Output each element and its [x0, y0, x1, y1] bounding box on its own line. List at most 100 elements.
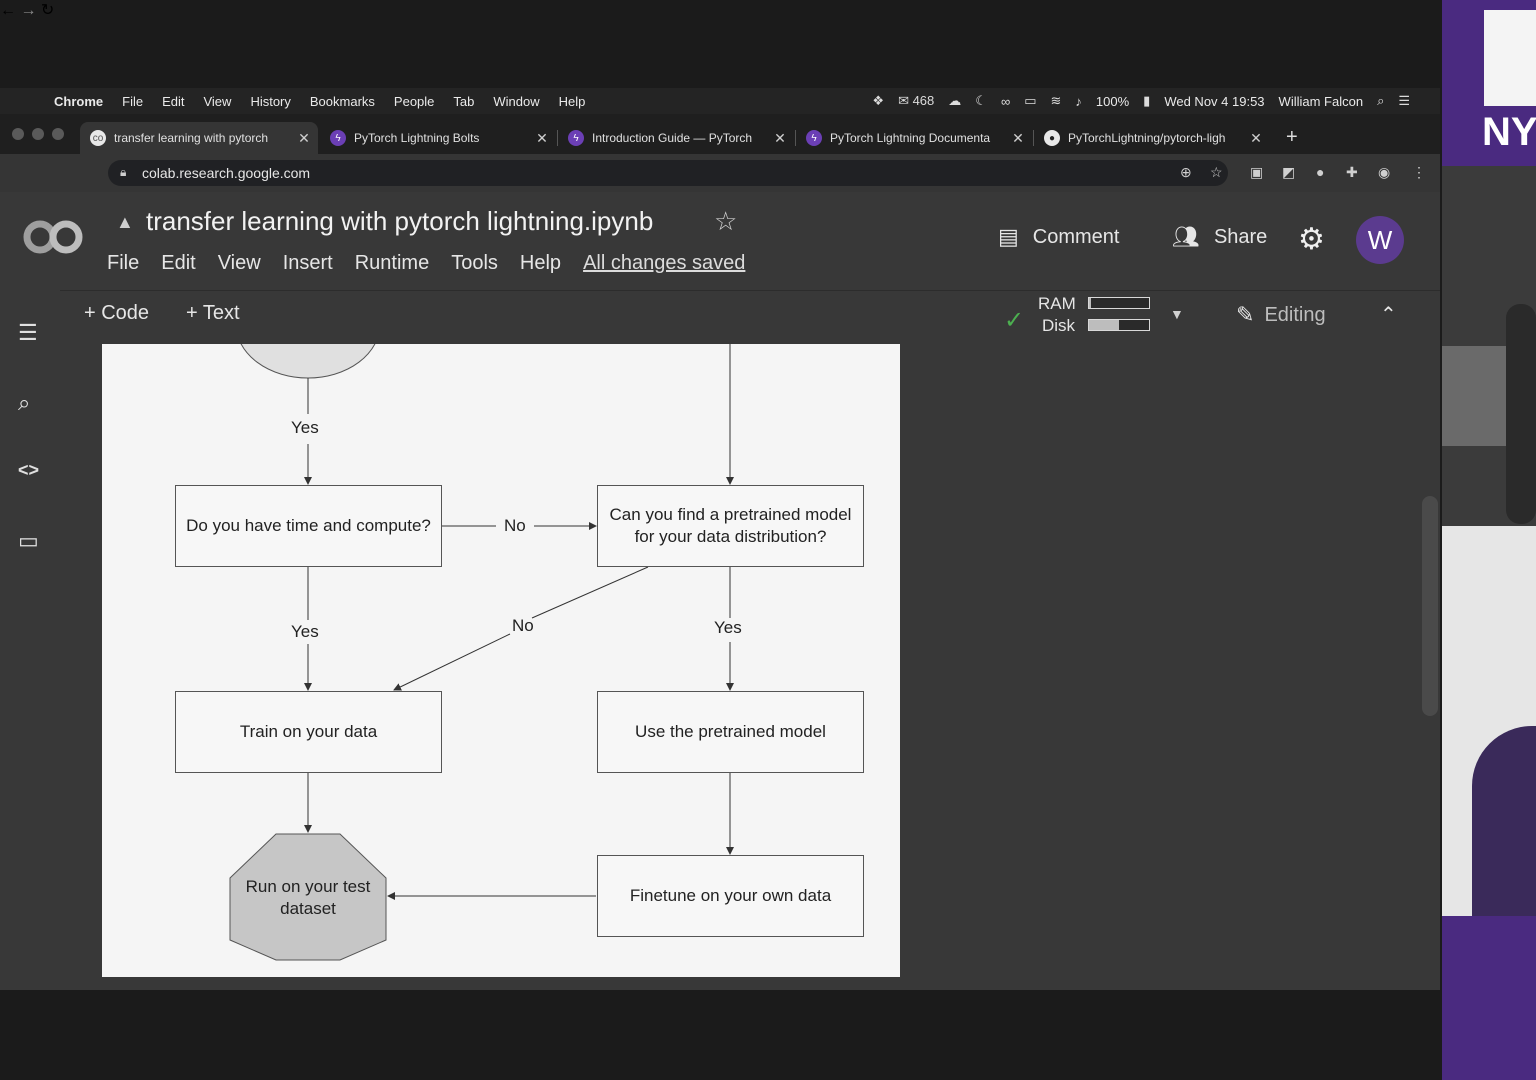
comment-button[interactable]: ▤ Comment [998, 224, 1120, 250]
editing-mode-button[interactable]: ✎ Editing [1236, 302, 1326, 328]
tab-close-icon[interactable]: ✕ [296, 130, 312, 147]
extension-icon[interactable]: ▣ [1250, 164, 1263, 181]
people-icon: 👥︎ [1172, 224, 1200, 249]
spotlight-search-icon[interactable]: ⌕ [1377, 93, 1384, 109]
tab-github[interactable]: ● PyTorchLightning/pytorch-ligh ✕ [1034, 122, 1270, 154]
battery-percent: 100% [1095, 93, 1130, 109]
menu-view[interactable]: View [203, 94, 231, 109]
yes-label: Yes [291, 418, 319, 437]
video-region [1506, 304, 1536, 524]
menu-bookmarks[interactable]: Bookmarks [310, 94, 375, 109]
extension-icon[interactable]: ◩ [1282, 164, 1295, 181]
lightning-favicon-icon: ϟ [568, 130, 584, 146]
folder-icon[interactable]: ▭ [18, 528, 39, 554]
browser-menu-icon[interactable]: ⋮ [1412, 164, 1426, 181]
new-tab-button[interactable]: + [1286, 126, 1298, 149]
glasses-icon[interactable]: ∞ [1001, 94, 1010, 109]
ram-meter[interactable] [1088, 297, 1150, 309]
wifi-icon[interactable]: ≋ [1051, 93, 1062, 109]
cloud-icon[interactable]: ☁ [948, 93, 961, 109]
gear-icon[interactable]: ⚙ [1298, 222, 1325, 257]
reload-icon[interactable]: ↻ [41, 2, 54, 19]
colab-menu-file[interactable]: File [107, 252, 139, 275]
tab-title: Introduction Guide — PyTorch [592, 131, 753, 145]
disk-label[interactable]: Disk [1042, 316, 1075, 336]
notebook-title[interactable]: transfer learning with pytorch lightning… [146, 206, 653, 237]
minimize-window-button[interactable] [32, 128, 44, 140]
octagon-label: Run on your test dataset [245, 877, 371, 918]
yes-label: Yes [714, 618, 742, 637]
colab-toolbar [60, 290, 1440, 344]
airplay-icon[interactable]: ▭ [1024, 93, 1036, 109]
colab-menu: File Edit View Insert Runtime Tools Help… [107, 252, 767, 275]
ram-meter-fill [1089, 298, 1091, 308]
tab-bolts[interactable]: ϟ PyTorch Lightning Bolts ✕ [320, 122, 556, 154]
url-text[interactable]: colab.research.google.com [142, 165, 310, 181]
add-code-button[interactable]: + Code [84, 302, 149, 325]
no-label: No [512, 616, 534, 635]
forward-icon[interactable]: → [20, 2, 36, 19]
notification-center-icon[interactable]: ☰ [1398, 93, 1410, 109]
tab-close-icon[interactable]: ✕ [772, 130, 788, 147]
add-text-button[interactable]: + Text [186, 302, 240, 325]
ram-label[interactable]: RAM [1038, 294, 1076, 314]
tab-close-icon[interactable]: ✕ [1010, 130, 1026, 147]
user-name[interactable]: William Falcon [1279, 94, 1364, 109]
tab-colab[interactable]: co transfer learning with pytorch ✕ [80, 122, 318, 154]
menu-people[interactable]: People [394, 94, 434, 109]
puzzle-extensions-icon[interactable]: ✚ [1346, 164, 1358, 181]
yes-label: Yes [291, 622, 319, 641]
volume-icon[interactable]: ♪ [1075, 94, 1082, 109]
address-bar[interactable]: 🔒︎ colab.research.google.com [108, 160, 1228, 186]
colab-menu-help[interactable]: Help [520, 252, 561, 275]
tab-close-icon[interactable]: ✕ [1248, 130, 1264, 147]
colab-menu-runtime[interactable]: Runtime [355, 252, 429, 275]
colab-menu-edit[interactable]: Edit [161, 252, 195, 275]
avatar[interactable]: W [1356, 216, 1404, 264]
finetune-box: Finetune on your own data [597, 855, 864, 937]
bookmark-star-icon[interactable]: ☆ [1210, 164, 1223, 181]
menu-file[interactable]: File [122, 94, 143, 109]
drive-icon[interactable]: ▲ [116, 212, 134, 233]
menu-history[interactable]: History [250, 94, 290, 109]
clock[interactable]: Wed Nov 4 19:53 [1164, 94, 1264, 109]
moon-icon[interactable]: ☾ [975, 93, 987, 109]
menu-edit[interactable]: Edit [162, 94, 184, 109]
colab-menu-insert[interactable]: Insert [283, 252, 333, 275]
colab-logo-icon[interactable] [22, 214, 84, 260]
share-label: Share [1213, 225, 1268, 248]
save-status[interactable]: All changes saved [583, 252, 745, 275]
table-of-contents-icon[interactable]: ☰ [18, 320, 38, 346]
disk-meter[interactable] [1088, 319, 1150, 331]
star-icon[interactable]: ☆ [714, 206, 737, 237]
share-button[interactable]: 👥︎ Share [1172, 224, 1267, 250]
pretrained-question-box: Can you find a pretrained model for your… [597, 485, 864, 567]
chevron-up-icon[interactable]: ⌃ [1380, 302, 1397, 327]
profile-icon[interactable]: ◉ [1378, 164, 1390, 181]
menu-tab[interactable]: Tab [453, 94, 474, 109]
tab-intro-guide[interactable]: ϟ Introduction Guide — PyTorch ✕ [558, 122, 794, 154]
zoom-window-button[interactable] [52, 128, 64, 140]
tab-close-icon[interactable]: ✕ [534, 130, 550, 147]
lock-icon[interactable]: 🔒︎ [120, 165, 126, 180]
close-window-button[interactable] [12, 128, 24, 140]
editing-label: Editing [1264, 303, 1326, 326]
search-icon[interactable]: ⌕ [18, 390, 30, 416]
extension-icon[interactable]: ● [1316, 164, 1324, 180]
menu-help[interactable]: Help [559, 94, 586, 109]
code-snippets-icon[interactable]: <> [18, 460, 39, 481]
pencil-icon: ✎ [1236, 302, 1255, 327]
dropbox-icon[interactable]: ❖ [872, 93, 884, 109]
tab-docs[interactable]: ϟ PyTorch Lightning Documenta ✕ [796, 122, 1032, 154]
colab-menu-view[interactable]: View [218, 252, 261, 275]
mail-icon[interactable]: ✉ 468 [898, 93, 934, 109]
battery-icon[interactable]: ▮ [1143, 93, 1150, 109]
zoom-icon[interactable]: ⊕ [1180, 164, 1192, 181]
colab-menu-tools[interactable]: Tools [451, 252, 498, 275]
menu-app-name[interactable]: Chrome [54, 94, 103, 109]
desktop-background [0, 990, 1442, 1080]
back-icon[interactable]: ← [0, 2, 16, 19]
chevron-down-icon[interactable]: ▼ [1170, 306, 1184, 322]
menu-window[interactable]: Window [493, 94, 539, 109]
scrollbar[interactable] [1422, 496, 1438, 716]
